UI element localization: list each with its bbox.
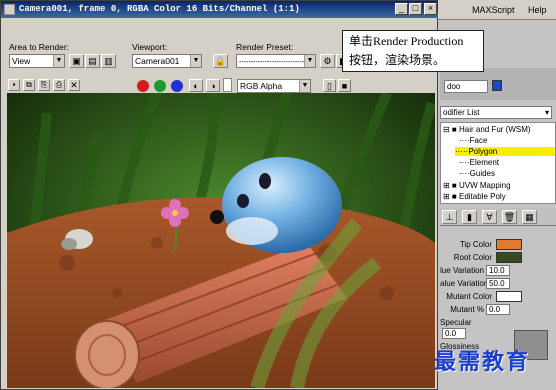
monochrome-toggle[interactable]: ◑ [206,79,220,92]
display-channel-dropdown[interactable]: RGB Alpha ▼ [237,79,311,93]
modifier-list-dropdown[interactable]: odifier List ▾ [440,106,552,119]
edit-region-icon[interactable]: ▣ [69,54,84,68]
stack-item-element[interactable]: ····Element [459,158,499,167]
flower-center [172,210,178,216]
menu-help[interactable]: Help [528,5,547,15]
bird-cheek [226,217,278,245]
watermark-logo: 最需教育 [434,350,531,375]
region-select-icon[interactable]: ▥ [101,54,116,68]
chevron-down-icon: ▼ [53,55,64,67]
root-color-label: Root Color [453,253,492,262]
menu-maxscript[interactable]: MAXScript [472,5,515,15]
area-to-render-dropdown[interactable]: View ▼ [9,54,65,68]
hue-variation-label: lue Variation [440,266,484,275]
modifier-stack: ⊟ ■ Hair and Fur (WSM) ····Face ·····Pol… [440,122,556,204]
hue-variation-field[interactable]: 10.0 [486,265,510,276]
bird-eye-left [259,173,271,189]
instruction-callout: 单击Render Production 按钮，渲染场景。 [342,30,484,72]
render-preset-value: ---------------------------- [239,59,305,66]
blue-channel-toggle[interactable] [171,80,183,92]
modifier-list-label: odifier List [443,108,480,117]
callout-line-2: 按钮，渲染场景。 [349,53,446,67]
clone-window-icon[interactable]: ⎘ [38,79,50,91]
print-image-icon[interactable]: ⎙ [53,79,65,91]
viewport-label: Viewport: [132,42,168,52]
swatch-white[interactable] [223,78,232,92]
render-scene-illustration [7,93,435,388]
red-channel-toggle[interactable] [137,80,149,92]
minimize-button[interactable]: _ [395,3,408,15]
render-setup-icon[interactable]: ⚙ [320,54,335,68]
pin-stack-icon[interactable]: ⊥ [442,210,457,224]
root-color-swatch[interactable] [496,252,522,263]
chevron-down-icon: ▼ [304,55,315,67]
clear-image-icon[interactable]: ✕ [68,79,80,91]
specular-field[interactable]: 0.0 [442,328,466,339]
viewport-dropdown[interactable]: Camera001 ▼ [132,54,202,68]
remove-modifier-icon[interactable]: 🗑 [502,210,517,224]
green-channel-toggle[interactable] [154,80,166,92]
mutant-pct-field[interactable]: 0.0 [486,304,510,315]
mutant-color-label: Mutant Color [446,292,492,301]
toggle-ui-overlay-icon[interactable]: ▯ [323,79,336,92]
log-end-cut [74,320,140,388]
render-preset-dropdown[interactable]: ---------------------------- ▼ [236,54,316,68]
mutant-pct-label: Mutant % [450,305,484,314]
maximize-button[interactable]: □ [409,3,422,15]
object-name-area: doo [440,68,556,100]
screenshot: MAXScript Help ☕ ☕ ☕ ◉ ▣ ✎ doo odifier L… [0,0,556,390]
chevron-down-icon: ▾ [544,108,549,117]
chevron-down-icon: ▼ [190,55,201,67]
viewport-value: Camera001 [135,56,180,66]
toggle-ui-icon[interactable]: ■ [338,79,351,92]
object-color-swatch[interactable] [492,80,502,91]
display-channel-value: RGB Alpha [240,81,283,91]
alpha-channel-toggle[interactable]: ◐ [189,79,203,92]
stack-item-uvw[interactable]: ⊞ ■ UVW Mapping [443,181,511,190]
value-variation-field[interactable]: 50.0 [486,278,510,289]
bird-nose [210,210,224,224]
window-app-icon [4,4,15,15]
object-name-field[interactable]: doo [444,80,488,93]
lock-viewport-icon[interactable]: 🔒 [213,54,228,68]
render-preset-label: Render Preset: [236,42,294,52]
close-button[interactable]: × [424,3,437,15]
save-image-icon[interactable]: ▪ [8,79,20,91]
specular-label: Specular [440,318,472,327]
window-title: Camera001, frame 0, RGBA Color 16 Bits/C… [1,1,438,18]
mutant-color-swatch[interactable] [496,291,522,302]
value-variation-label: alue Variation [440,279,489,288]
copy-image-icon[interactable]: ⧉ [23,79,35,91]
tip-color-label: Tip Color [459,240,492,249]
stack-item-editpoly[interactable]: ⊞ ■ Editable Poly [443,192,506,201]
stack-item-polygon[interactable]: ·····Polygon [455,147,555,156]
make-unique-icon[interactable]: ∀ [482,210,497,224]
area-to-render-label: Area to Render: [9,42,70,52]
callout-line-1: 单击Render Production [349,34,464,48]
show-end-result-icon[interactable]: ▮ [462,210,477,224]
stack-toolbar: ⊥ ▮ ∀ 🗑 ▦ [440,208,556,226]
auto-region-icon[interactable]: ▤ [85,54,100,68]
stack-item-hair[interactable]: ⊟ ■ Hair and Fur (WSM) [443,125,531,134]
chevron-down-icon: ▼ [299,80,310,92]
stack-item-face[interactable]: ····Face [459,136,487,145]
rendered-image [7,93,435,388]
pebble-small [61,238,77,250]
stack-item-guides[interactable]: ····Guides [459,169,495,178]
configure-sets-icon[interactable]: ▦ [522,210,537,224]
bird-eye-right [237,194,249,208]
area-to-render-value: View [12,56,31,66]
tip-color-swatch[interactable] [496,239,522,250]
